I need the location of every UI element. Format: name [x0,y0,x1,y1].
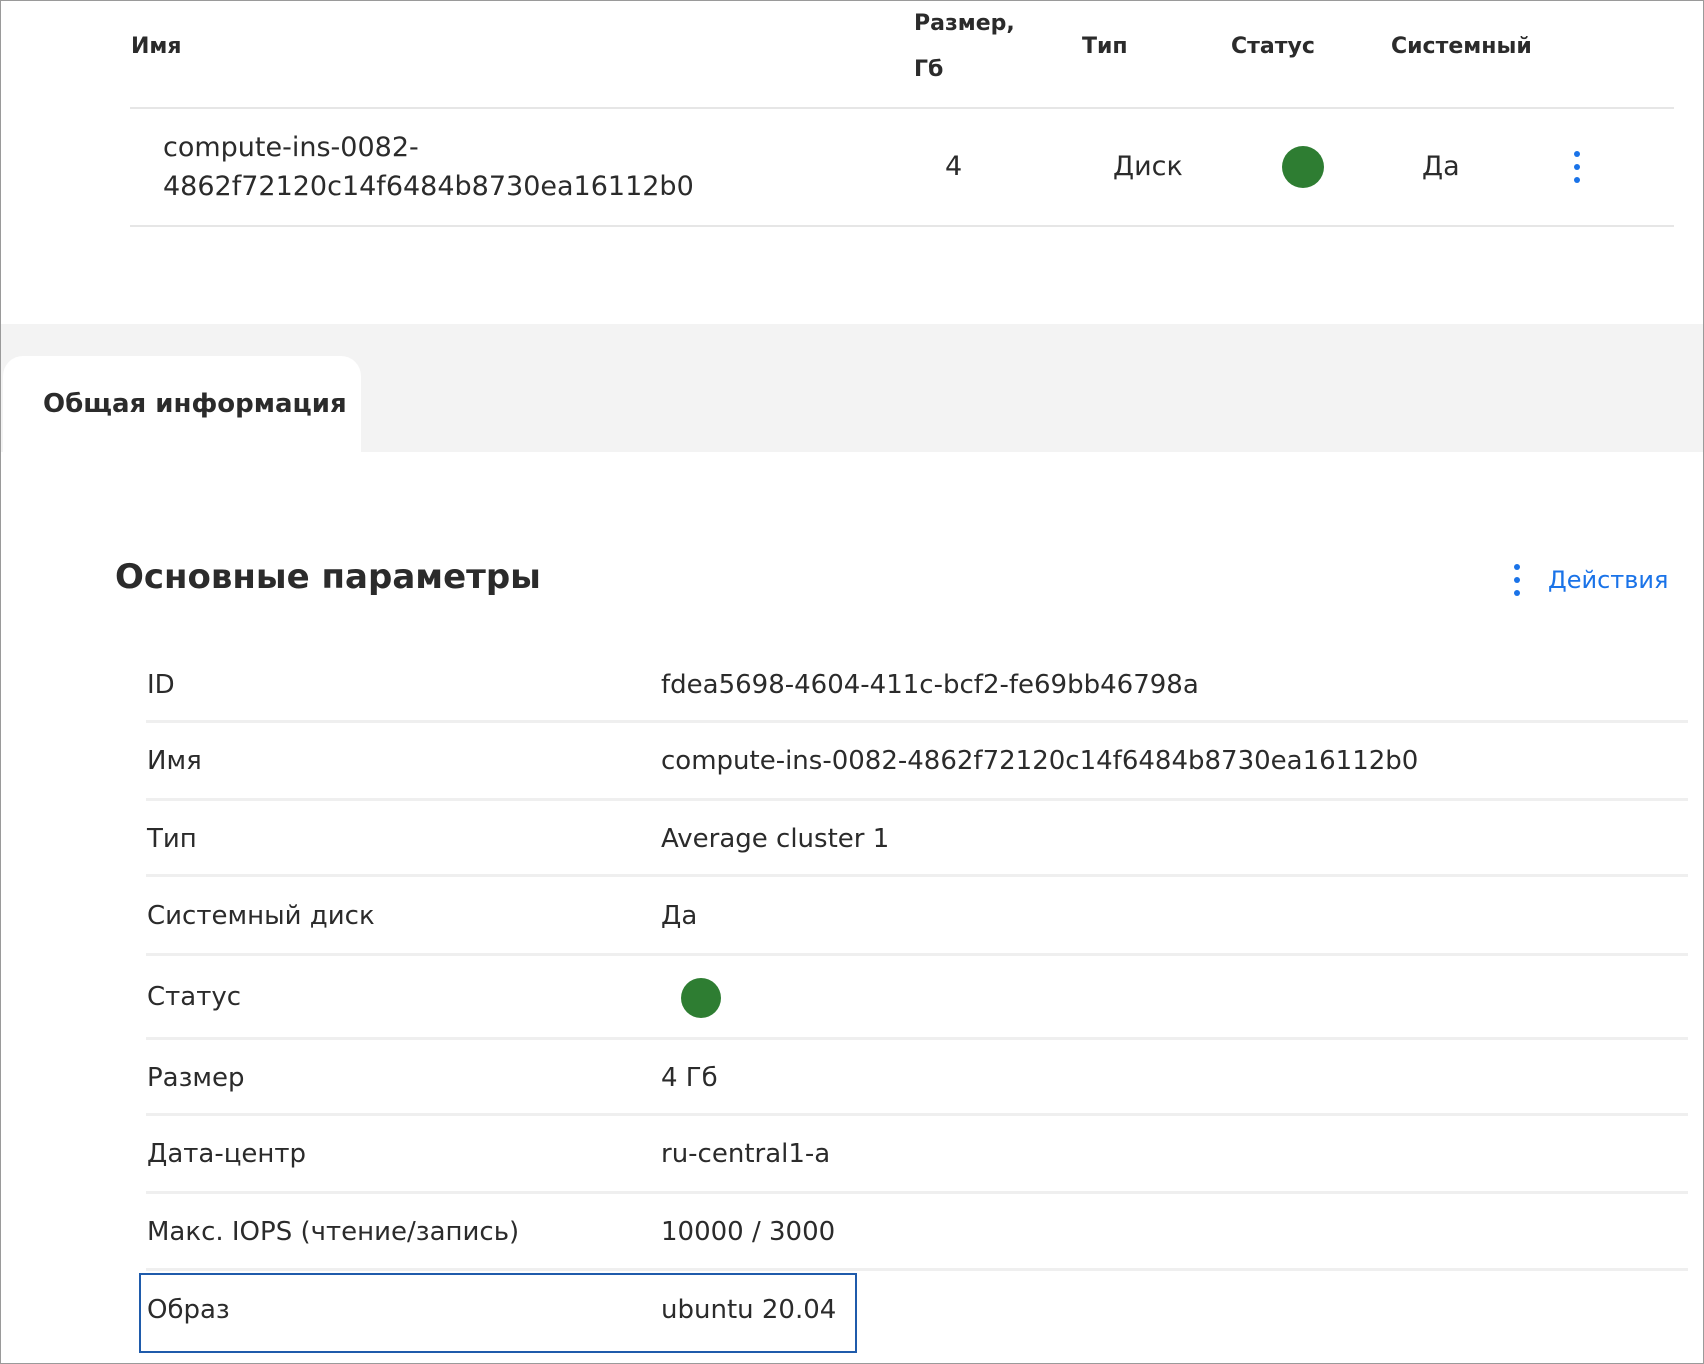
property-key-type: Тип [147,824,197,854]
property-divider [146,874,1688,877]
section-title: Основные параметры [115,557,541,597]
property-key-id: ID [147,670,175,700]
property-key-size: Размер [147,1063,245,1093]
property-divider [146,720,1688,723]
property-key-max-iops: Макс. IOPS (чтение/запись) [147,1217,520,1247]
status-dot-icon [1282,146,1324,188]
column-header-size-unit: Гб [914,57,944,82]
property-divider [146,953,1688,956]
property-divider [146,798,1688,801]
property-value-system-disk: Да [661,901,698,931]
property-value-name: compute-ins-0082-4862f72120c14f6484b8730… [661,746,1419,776]
column-header-size[interactable]: Размер, [914,1,1015,47]
property-divider [146,1268,1688,1271]
property-value-datacenter: ru-central1-a [661,1139,831,1169]
property-key-system-disk: Системный диск [147,901,375,931]
column-header-name[interactable]: Имя [131,24,182,70]
property-divider [146,1113,1688,1116]
disk-system: Да [1422,151,1460,182]
property-divider [146,1191,1688,1194]
property-value-max-iops: 10000 / 3000 [661,1217,836,1247]
disk-name-line2[interactable]: 4862f72120c14f6484b8730ea16112b0 [163,167,694,207]
property-key-name: Имя [147,746,202,776]
tab-general-info-label[interactable]: Общая информация [43,380,347,428]
disk-type: Диск [1113,151,1183,182]
more-vertical-icon[interactable] [1512,564,1522,596]
disk-name-line1[interactable]: compute-ins-0082- [163,128,419,168]
actions-label[interactable]: Действия [1548,566,1668,594]
table-header-divider [130,107,1674,109]
property-divider [146,1037,1688,1040]
status-dot-icon [681,978,721,1018]
actions-button[interactable]: Действия [1512,558,1668,602]
property-value-id: fdea5698-4604-411c-bcf2-fe69bb46798a [661,670,1199,700]
table-row-divider [130,225,1674,227]
property-key-status: Статус [147,982,242,1012]
image-row-highlight [139,1273,857,1353]
column-header-status[interactable]: Статус [1231,24,1315,70]
column-header-type[interactable]: Тип [1082,24,1128,70]
disk-size: 4 [945,151,963,182]
property-value-size: 4 Гб [661,1063,718,1093]
property-value-type: Average cluster 1 [661,824,890,854]
column-header-system[interactable]: Системный [1391,24,1532,70]
property-key-datacenter: Дата-центр [147,1139,307,1169]
more-vertical-icon[interactable] [1572,151,1582,183]
